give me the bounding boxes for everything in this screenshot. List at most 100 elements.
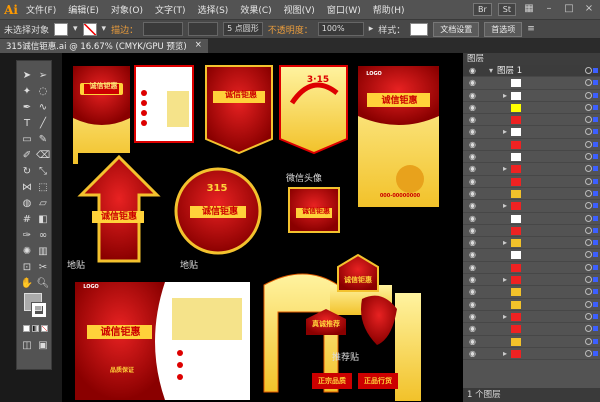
sublayer-row[interactable]: ◉ ▸ <box>463 311 600 324</box>
fill-swatch[interactable] <box>54 22 69 36</box>
gradient-tool-icon[interactable]: ◧ <box>36 213 50 227</box>
visibility-eye-icon[interactable]: ◉ <box>469 312 479 320</box>
target-circle-icon[interactable] <box>585 288 592 296</box>
free-transform-tool-icon[interactable]: ⬚ <box>36 181 50 195</box>
sublayer-row[interactable]: ◉ <box>463 225 600 238</box>
shape-builder-tool-icon[interactable]: ◍ <box>20 197 34 211</box>
visibility-eye-icon[interactable]: ◉ <box>469 91 479 99</box>
target-circle-icon[interactable] <box>585 349 592 357</box>
target-circle-icon[interactable] <box>585 300 592 308</box>
document-setup-button[interactable]: 文档设置 <box>433 21 480 37</box>
blend-tool-icon[interactable]: ∞ <box>36 229 50 243</box>
layer-row-main[interactable]: ◉ ▾ 图层 1 <box>463 65 600 78</box>
visibility-eye-icon[interactable]: ◉ <box>469 300 479 308</box>
line-tool-icon[interactable]: ╱ <box>36 117 50 131</box>
sublayer-row[interactable]: ◉ <box>463 77 600 90</box>
target-circle-icon[interactable] <box>585 276 592 284</box>
none-mode-icon[interactable] <box>41 325 48 332</box>
sublayer-row[interactable]: ◉ <box>463 188 600 201</box>
document-tab[interactable]: 315诚信钜惠.ai @ 16.67% (CMYK/GPU 预览) × <box>0 39 208 53</box>
column-graph-tool-icon[interactable]: ▥ <box>36 245 50 259</box>
mesh-tool-icon[interactable]: # <box>20 213 34 227</box>
sublayer-row[interactable]: ◉ <box>463 114 600 127</box>
fill-dropdown-icon[interactable]: ▾ <box>73 24 78 34</box>
sublayer-row[interactable]: ◉ ▸ <box>463 348 600 361</box>
minimize-icon[interactable]: – <box>542 2 556 16</box>
sublayer-row[interactable]: ◉ <box>463 336 600 348</box>
menu-view[interactable]: 视图(V) <box>278 3 321 16</box>
expand-arrow-icon[interactable]: ▸ <box>503 164 507 173</box>
opacity-arrow-icon[interactable]: ▸ <box>369 24 374 34</box>
target-circle-icon[interactable] <box>585 116 592 124</box>
sublayer-row[interactable]: ◉ ▸ <box>463 237 600 250</box>
color-mode-icon[interactable] <box>23 325 30 332</box>
target-circle-icon[interactable] <box>585 153 592 161</box>
sublayer-row[interactable]: ◉ <box>463 299 600 311</box>
menu-object[interactable]: 对象(O) <box>105 3 149 16</box>
sublayer-row[interactable]: ◉ <box>463 139 600 152</box>
visibility-eye-icon[interactable]: ◉ <box>469 239 479 247</box>
visibility-eye-icon[interactable]: ◉ <box>469 226 479 234</box>
sublayer-row[interactable]: ◉ <box>463 213 600 225</box>
close-tab-icon[interactable]: × <box>195 40 202 52</box>
target-circle-icon[interactable] <box>585 214 592 222</box>
variable-width-dropdown[interactable] <box>188 22 219 36</box>
visibility-eye-icon[interactable]: ◉ <box>469 349 479 357</box>
target-circle-icon[interactable] <box>585 239 592 247</box>
stroke-color-box[interactable] <box>31 302 47 318</box>
sublayer-row[interactable]: ◉ <box>463 176 600 188</box>
sublayer-row[interactable]: ◉ ▸ <box>463 90 600 102</box>
panel-menu-icon[interactable]: ≡ <box>527 24 535 34</box>
menu-effect[interactable]: 效果(C) <box>234 3 277 16</box>
target-circle-icon[interactable] <box>585 177 592 185</box>
gradient-mode-icon[interactable] <box>32 325 39 332</box>
expand-arrow-icon[interactable]: ▸ <box>503 349 507 358</box>
sublayer-row[interactable]: ◉ ▸ <box>463 126 600 139</box>
target-circle-icon[interactable] <box>585 103 592 111</box>
direct-selection-tool-icon[interactable]: ➢ <box>36 69 50 83</box>
visibility-eye-icon[interactable]: ◉ <box>469 116 479 124</box>
menu-file[interactable]: 文件(F) <box>20 3 62 16</box>
selection-tool-icon[interactable]: ➤ <box>20 69 34 83</box>
paintbrush-tool-icon[interactable]: ✎ <box>36 133 50 147</box>
expand-arrow-icon[interactable]: ▸ <box>503 127 507 136</box>
hand-tool-icon[interactable]: ✋ <box>20 277 34 291</box>
close-icon[interactable]: × <box>582 2 596 16</box>
maximize-icon[interactable]: □ <box>562 2 576 16</box>
lasso-tool-icon[interactable]: ◌ <box>36 85 50 99</box>
target-circle-icon[interactable] <box>585 189 592 197</box>
target-circle-icon[interactable] <box>585 140 592 148</box>
scale-tool-icon[interactable]: ⤡ <box>36 165 50 179</box>
visibility-eye-icon[interactable]: ◉ <box>469 153 479 161</box>
visibility-eye-icon[interactable]: ◉ <box>469 177 479 185</box>
sublayer-row[interactable]: ◉ ▸ <box>463 200 600 213</box>
zoom-tool-icon[interactable]: 🔍︎ <box>36 277 50 291</box>
target-circle-icon[interactable] <box>585 128 592 136</box>
opacity-field[interactable]: 100% <box>317 22 364 36</box>
visibility-eye-icon[interactable]: ◉ <box>469 128 479 136</box>
brush-dropdown[interactable]: 5 点圆形 <box>223 22 263 36</box>
visibility-eye-icon[interactable]: ◉ <box>469 79 479 87</box>
target-circle-icon[interactable] <box>585 325 592 333</box>
draw-mode-icon[interactable]: ◫ <box>20 339 34 353</box>
pen-tool-icon[interactable]: ✒ <box>20 101 34 115</box>
target-circle-icon[interactable] <box>585 337 592 345</box>
eraser-tool-icon[interactable]: ⌫ <box>36 149 50 163</box>
type-tool-icon[interactable]: T <box>20 117 34 131</box>
eyedropper-tool-icon[interactable]: ✑ <box>20 229 34 243</box>
target-circle-icon[interactable] <box>585 79 592 87</box>
visibility-eye-icon[interactable]: ◉ <box>469 140 479 148</box>
target-circle-icon[interactable] <box>585 251 592 259</box>
target-circle-icon[interactable] <box>585 202 592 210</box>
sublayer-row[interactable]: ◉ <box>463 286 600 299</box>
target-circle-icon[interactable] <box>585 165 592 173</box>
target-circle-icon[interactable] <box>585 91 592 99</box>
arrange-icon[interactable]: ▦ <box>522 2 536 16</box>
sublayer-row[interactable]: ◉ ▸ <box>463 274 600 287</box>
expand-arrow-icon[interactable]: ▾ <box>489 66 493 75</box>
expand-arrow-icon[interactable]: ▸ <box>503 275 507 284</box>
bridge-button[interactable]: Br <box>473 2 492 16</box>
visibility-eye-icon[interactable]: ◉ <box>469 202 479 210</box>
visibility-eye-icon[interactable]: ◉ <box>469 325 479 333</box>
visibility-eye-icon[interactable]: ◉ <box>469 276 479 284</box>
